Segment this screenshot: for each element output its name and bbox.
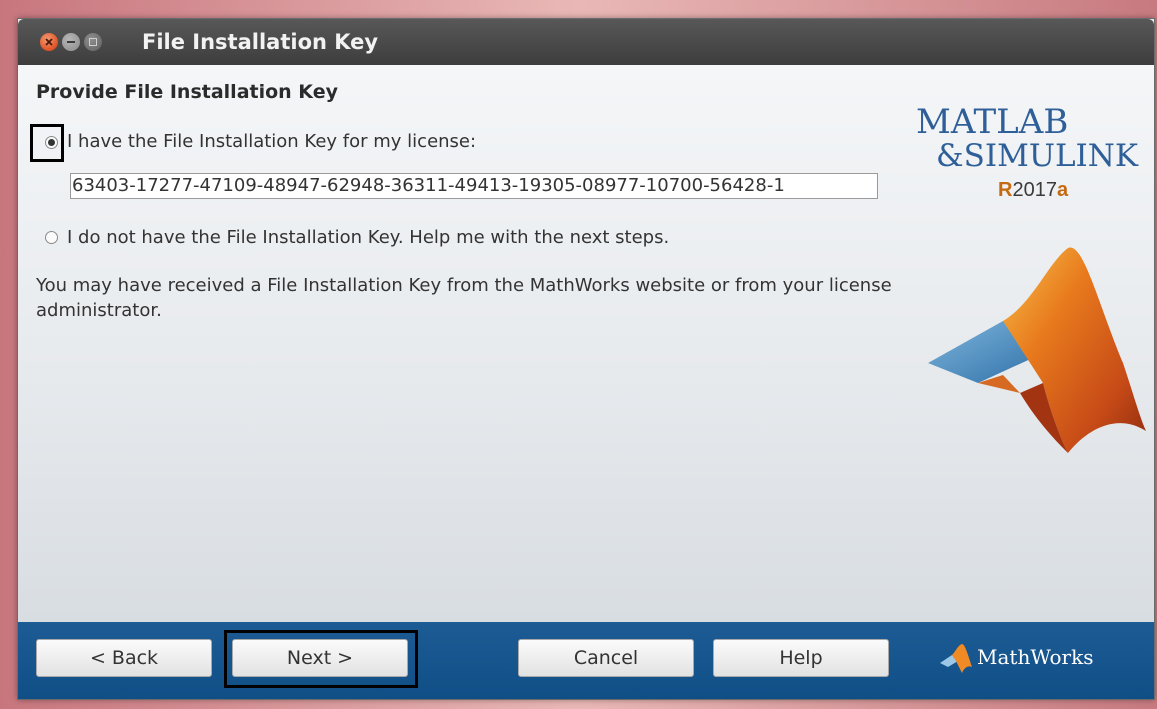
release-prefix: R bbox=[998, 179, 1013, 201]
mathworks-text: MathWorks bbox=[977, 645, 1094, 669]
release-label: R2017a bbox=[998, 179, 1068, 202]
window-title: File Installation Key bbox=[142, 30, 379, 54]
page-heading: Provide File Installation Key bbox=[36, 81, 338, 103]
release-suffix: a bbox=[1056, 179, 1069, 201]
next-button[interactable]: Next > bbox=[232, 639, 408, 677]
title-bar: File Installation Key bbox=[18, 19, 1154, 65]
have-key-radio[interactable] bbox=[45, 136, 58, 149]
release-year: 2017 bbox=[1012, 179, 1057, 201]
maximize-window-icon[interactable] bbox=[84, 33, 102, 51]
logo-matlab-text: MATLAB bbox=[916, 102, 1069, 142]
content-panel: Provide File Installation Key I have the… bbox=[18, 65, 1154, 622]
installer-window: File Installation Key Provide File Insta… bbox=[17, 18, 1155, 700]
close-window-icon[interactable] bbox=[40, 33, 58, 51]
cancel-button[interactable]: Cancel bbox=[518, 639, 694, 677]
have-key-label[interactable]: I have the File Installation Key for my … bbox=[67, 131, 476, 152]
description-text: You may have received a File Installatio… bbox=[36, 275, 892, 321]
footer-bar: < Back Next > Cancel Help MathWorks bbox=[18, 622, 1154, 699]
mathworks-membrane-icon bbox=[940, 644, 972, 673]
matlab-membrane-logo-icon bbox=[928, 247, 1146, 453]
logo-simulink-text: &SIMULINK bbox=[936, 138, 1139, 174]
mathworks-brand: MathWorks bbox=[938, 643, 1094, 679]
file-installation-key-input[interactable]: 63403-17277-47109-48947-62948-36311-4941… bbox=[70, 173, 878, 199]
back-button[interactable]: < Back bbox=[36, 639, 212, 677]
minimize-window-icon[interactable] bbox=[62, 33, 80, 51]
help-button[interactable]: Help bbox=[713, 639, 889, 677]
no-key-radio[interactable] bbox=[45, 231, 58, 244]
no-key-label[interactable]: I do not have the File Installation Key.… bbox=[67, 227, 669, 248]
